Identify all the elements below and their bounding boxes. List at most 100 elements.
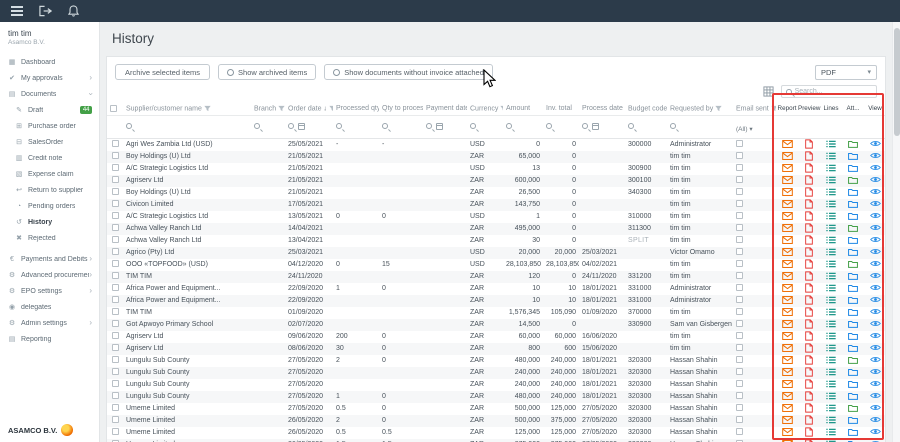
table-row[interactable]: TIM TIM24/11/2020ZAR120024/11/2020331200… <box>107 271 886 283</box>
attachments-folder-icon[interactable] <box>848 236 858 244</box>
view-eye-icon[interactable] <box>870 296 881 303</box>
preview-pdf-icon[interactable] <box>805 367 813 377</box>
row-checkbox[interactable] <box>112 200 119 207</box>
preview-pdf-icon[interactable] <box>805 151 813 161</box>
preview-pdf-icon[interactable] <box>805 319 813 329</box>
filter-icon[interactable] <box>715 105 722 112</box>
export-format-select[interactable]: PDF ▾ <box>815 65 877 80</box>
filter-cell-process-date[interactable] <box>579 115 625 138</box>
sidebar-item-payments-and-debits[interactable]: €Payments and Debits› <box>0 251 99 267</box>
attachments-folder-icon[interactable] <box>848 428 858 436</box>
lines-icon[interactable] <box>826 332 836 340</box>
table-row[interactable]: A/C Strategic Logistics Ltd13/05/202100U… <box>107 211 886 223</box>
row-checkbox[interactable] <box>112 272 119 279</box>
show-without-invoice-radio[interactable]: Show documents without invoice attached <box>324 64 493 80</box>
table-row[interactable]: Agriserv Ltd08/06/2020300ZAR80060015/06/… <box>107 343 886 355</box>
scrollbar-thumb[interactable] <box>894 28 900 136</box>
view-eye-icon[interactable] <box>870 332 881 339</box>
sidebar-item-my-approvals[interactable]: ✔My approvals› <box>0 70 99 86</box>
table-row[interactable]: Boy Holdings (U) Ltd21/05/2021ZAR26,5000… <box>107 187 886 199</box>
calendar-icon[interactable] <box>436 123 443 130</box>
column-header-branch[interactable]: Branch <box>251 102 285 115</box>
email-sent-filter-select[interactable]: (All) ▾ <box>736 126 753 133</box>
report-icon[interactable] <box>782 188 793 196</box>
report-icon[interactable] <box>782 248 793 256</box>
column-header-order-date[interactable]: Order date ↓ <box>285 102 333 115</box>
preview-pdf-icon[interactable] <box>805 415 813 425</box>
table-row[interactable]: Achwa Valley Ranch Ltd14/04/2021ZAR495,0… <box>107 223 886 235</box>
table-row[interactable]: Lungulu Sub County27/05/2020ZAR240,00024… <box>107 367 886 379</box>
report-icon[interactable] <box>782 308 793 316</box>
row-checkbox[interactable] <box>112 380 119 387</box>
row-checkbox[interactable] <box>112 152 119 159</box>
table-row[interactable]: Agriserv Ltd21/05/2021ZAR600,0000300100t… <box>107 175 886 187</box>
sidebar-item-pending-orders[interactable]: ◔Pending orders <box>0 198 99 214</box>
column-header-requested-by[interactable]: Requested by <box>667 102 733 115</box>
report-icon[interactable] <box>782 392 793 400</box>
lines-icon[interactable] <box>826 200 836 208</box>
report-icon[interactable] <box>782 296 793 304</box>
logout-icon[interactable] <box>39 5 52 17</box>
attachments-folder-icon[interactable] <box>848 356 858 364</box>
sidebar-item-dashboard[interactable]: ▦Dashboard <box>0 54 99 70</box>
row-checkbox[interactable] <box>112 428 119 435</box>
row-checkbox[interactable] <box>112 284 119 291</box>
attachments-folder-icon[interactable] <box>848 332 858 340</box>
lines-icon[interactable] <box>826 320 836 328</box>
lines-icon[interactable] <box>826 224 836 232</box>
attachments-folder-icon[interactable] <box>848 344 858 352</box>
lines-icon[interactable] <box>826 176 836 184</box>
report-icon[interactable] <box>782 344 793 352</box>
view-eye-icon[interactable] <box>870 428 881 435</box>
preview-pdf-icon[interactable] <box>805 223 813 233</box>
view-eye-icon[interactable] <box>870 284 881 291</box>
filter-icon[interactable] <box>204 105 211 112</box>
menu-icon[interactable] <box>11 6 23 16</box>
filter-cell-amount[interactable] <box>503 115 543 138</box>
filter-icon[interactable] <box>500 105 503 112</box>
preview-pdf-icon[interactable] <box>805 379 813 389</box>
table-row[interactable]: OOO «TOPFOOD» (USD)04/12/2020015USD28,10… <box>107 259 886 271</box>
view-eye-icon[interactable] <box>870 164 881 171</box>
attachments-folder-icon[interactable] <box>848 272 858 280</box>
lines-icon[interactable] <box>826 236 836 244</box>
lines-icon[interactable] <box>826 152 836 160</box>
row-checkbox[interactable] <box>112 404 119 411</box>
preview-pdf-icon[interactable] <box>805 163 813 173</box>
row-checkbox[interactable] <box>112 164 119 171</box>
filter-cell-currency[interactable] <box>467 115 503 138</box>
attachments-folder-icon[interactable] <box>848 224 858 232</box>
view-eye-icon[interactable] <box>870 260 881 267</box>
lines-icon[interactable] <box>826 248 836 256</box>
attachments-folder-icon[interactable] <box>848 284 858 292</box>
table-row[interactable]: Achwa Valley Ranch Ltd13/04/2021ZAR300SP… <box>107 235 886 247</box>
report-icon[interactable] <box>782 176 793 184</box>
page-scrollbar[interactable] <box>892 22 900 442</box>
preview-pdf-icon[interactable] <box>805 283 813 293</box>
lines-icon[interactable] <box>826 188 836 196</box>
report-icon[interactable] <box>782 164 793 172</box>
preview-pdf-icon[interactable] <box>805 355 813 365</box>
filter-cell-email-sent[interactable]: (All) ▾ <box>733 115 776 138</box>
report-icon[interactable] <box>782 272 793 280</box>
report-icon[interactable] <box>782 200 793 208</box>
lines-icon[interactable] <box>826 428 836 436</box>
report-icon[interactable] <box>782 404 793 412</box>
view-eye-icon[interactable] <box>870 140 881 147</box>
lines-icon[interactable] <box>826 212 836 220</box>
view-eye-icon[interactable] <box>870 368 881 375</box>
report-icon[interactable] <box>782 356 793 364</box>
attachments-folder-icon[interactable] <box>848 212 858 220</box>
view-eye-icon[interactable] <box>870 272 881 279</box>
view-eye-icon[interactable] <box>870 308 881 315</box>
report-icon[interactable] <box>782 152 793 160</box>
preview-pdf-icon[interactable] <box>805 271 813 281</box>
view-eye-icon[interactable] <box>870 320 881 327</box>
row-checkbox[interactable] <box>112 296 119 303</box>
view-eye-icon[interactable] <box>870 392 881 399</box>
sidebar-item-salesorder[interactable]: ⊟SalesOrder <box>0 134 99 150</box>
search-box[interactable] <box>781 85 877 98</box>
table-row[interactable]: Lungulu Sub County27/05/2020ZAR240,00024… <box>107 379 886 391</box>
preview-pdf-icon[interactable] <box>805 307 813 317</box>
view-eye-icon[interactable] <box>870 152 881 159</box>
